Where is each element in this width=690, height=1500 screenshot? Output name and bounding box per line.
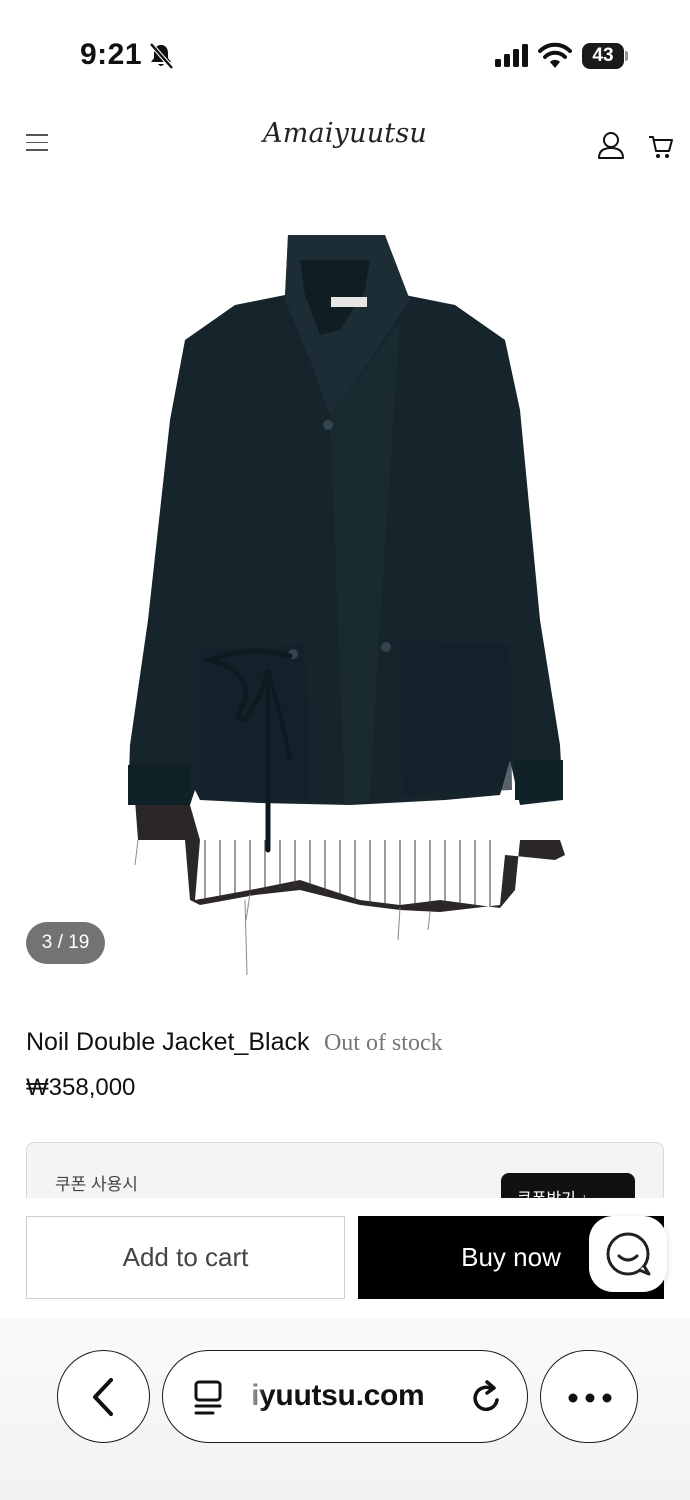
product-price: ₩358,000	[26, 1074, 136, 1101]
brand-logo[interactable]: Amaiyuutsu	[245, 118, 445, 149]
wifi-icon	[538, 42, 572, 68]
user-account-icon[interactable]	[597, 130, 625, 160]
shopping-cart-icon[interactable]	[647, 132, 675, 160]
bell-muted-icon	[149, 42, 174, 70]
chat-button[interactable]	[589, 1216, 667, 1292]
chevron-left-icon	[93, 1378, 113, 1416]
stock-status: Out of stock	[323, 1030, 443, 1056]
product-name: Noil Double Jacket_Black	[26, 1028, 310, 1056]
reader-mode-icon[interactable]	[193, 1380, 225, 1416]
cellular-signal-icon	[495, 44, 528, 67]
purchase-bar: Add to cart Buy now	[0, 1198, 690, 1318]
battery-level: 43	[592, 45, 614, 66]
battery-icon: 43	[582, 43, 628, 69]
browser-more-button[interactable]	[540, 1350, 638, 1443]
chat-icon	[606, 1232, 651, 1276]
browser-toolbar: iyuutsu.com	[0, 1318, 690, 1500]
url-text: iyuutsu.com	[251, 1379, 425, 1412]
status-time: 9:21	[80, 38, 143, 71]
coupon-label: 쿠폰 사용시	[55, 1175, 138, 1194]
address-bar[interactable]: iyuutsu.com	[162, 1350, 528, 1443]
reload-icon[interactable]	[470, 1380, 504, 1416]
browser-back-button[interactable]	[57, 1350, 150, 1443]
product-photo[interactable]	[0, 200, 690, 990]
product-title-row: Noil Double Jacket_Black Out of stock	[26, 1028, 443, 1057]
add-to-cart-button[interactable]: Add to cart	[26, 1216, 345, 1299]
more-dots-icon	[568, 1393, 612, 1403]
status-bar: 9:21 43	[0, 0, 690, 110]
gallery-counter: 3 / 19	[26, 922, 105, 964]
buy-now-label: Buy now	[461, 1242, 561, 1272]
site-header: Amaiyuutsu	[0, 110, 690, 190]
hamburger-menu-icon[interactable]	[26, 134, 48, 152]
